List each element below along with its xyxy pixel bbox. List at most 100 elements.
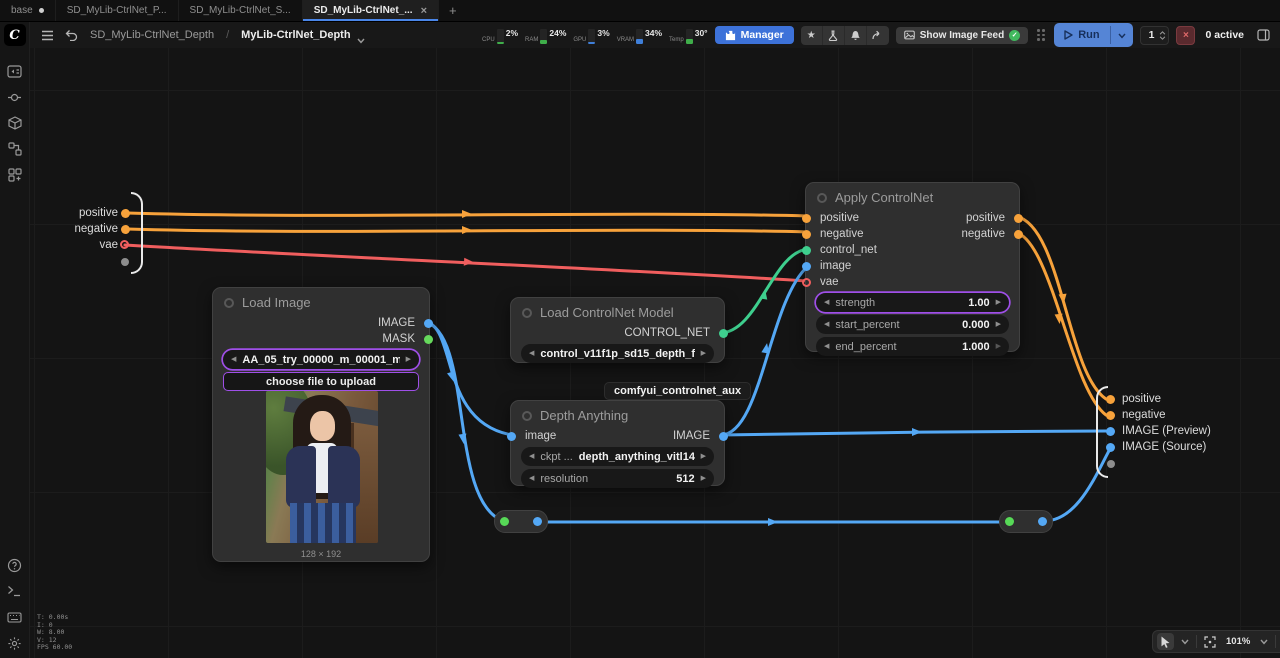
run-options-caret-icon[interactable] <box>1111 23 1133 47</box>
node-depth-anything[interactable]: Depth Anything image IMAGE ◀ ckpt ... de… <box>510 400 725 486</box>
loaded-image-preview[interactable] <box>266 391 378 543</box>
output-controlnet-slot[interactable] <box>719 329 728 338</box>
decrement-icon[interactable]: ◀ <box>529 475 534 482</box>
sidebar-terminal-icon[interactable] <box>4 580 26 602</box>
reroute-node-1[interactable] <box>494 510 548 533</box>
sidebar-node-library-icon[interactable] <box>4 86 26 108</box>
stepper-arrows[interactable] <box>1159 31 1166 40</box>
reroute-output-slot[interactable] <box>1038 517 1047 526</box>
output-image-slot[interactable] <box>424 319 433 328</box>
breadcrumb-caret-icon[interactable] <box>357 31 365 39</box>
input-positive-slot[interactable] <box>802 214 811 223</box>
run-button[interactable]: Run <box>1054 23 1132 47</box>
breadcrumb-workflow-name[interactable]: SD_MyLib-CtrlNet_Depth <box>90 29 214 41</box>
increment-icon[interactable]: ▶ <box>996 321 1001 328</box>
combo-prev-icon[interactable]: ◀ <box>529 350 534 357</box>
controlnet-model-combo[interactable]: ◀ control_v11f1p_sd15_depth_fp16 ... ▶ <box>521 344 714 363</box>
resolution-widget[interactable]: ◀ resolution 512 ▶ <box>521 469 714 488</box>
node-title-bar[interactable]: Apply ControlNet <box>806 183 1019 210</box>
tab-workflow-2[interactable]: SD_MyLib-CtrlNet_S... <box>179 0 303 21</box>
output-image-slot[interactable] <box>719 432 728 441</box>
node-title-bar[interactable]: Load Image <box>213 288 429 315</box>
main-menu-icon[interactable] <box>38 26 56 44</box>
pointer-tool-button[interactable] <box>1157 633 1174 650</box>
graph-input-vae-slot[interactable] <box>120 240 129 249</box>
decrement-icon[interactable]: ◀ <box>824 343 829 350</box>
comfyui-logo[interactable]: C <box>4 24 26 46</box>
tab-workflow-active[interactable]: SD_MyLib-CtrlNet_... × <box>303 0 439 21</box>
graph-output-positive-slot[interactable] <box>1106 395 1115 404</box>
feed-enabled-toggle-icon[interactable]: ✓ <box>1009 30 1020 41</box>
strength-widget[interactable]: ◀ strength 1.00 ▶ <box>816 293 1009 312</box>
node-title-bar[interactable]: Depth Anything <box>511 401 724 428</box>
zoom-level-value[interactable]: 101% <box>1223 633 1253 650</box>
increment-icon[interactable]: ▶ <box>996 343 1001 350</box>
graph-output-negative-slot[interactable] <box>1106 411 1115 420</box>
sidebar-help-icon[interactable] <box>4 554 26 576</box>
input-controlnet-slot[interactable] <box>802 246 811 255</box>
combo-next-icon[interactable]: ▶ <box>406 356 411 363</box>
node-load-controlnet[interactable]: Load ControlNet Model CONTROL_NET ◀ cont… <box>510 297 725 363</box>
increment-icon[interactable]: ▶ <box>996 299 1001 306</box>
increment-icon[interactable] <box>1159 31 1166 35</box>
decrement-icon[interactable] <box>1159 36 1166 40</box>
ckpt-combo[interactable]: ◀ ckpt ... depth_anything_vitl14.pth ▶ <box>521 447 714 466</box>
increment-icon[interactable]: ▶ <box>701 475 706 482</box>
manager-button[interactable]: Manager <box>715 26 794 44</box>
start-percent-widget[interactable]: ◀ start_percent 0.000 ▶ <box>816 315 1009 334</box>
pointer-tool-caret-icon[interactable] <box>1178 633 1192 650</box>
decrement-icon[interactable]: ◀ <box>824 299 829 306</box>
sidebar-model-library-icon[interactable] <box>4 112 26 134</box>
fit-view-button[interactable] <box>1201 633 1219 650</box>
toolbar-drag-handle[interactable] <box>1037 29 1045 41</box>
output-mask-slot[interactable] <box>424 335 433 344</box>
flask-icon[interactable] <box>823 26 845 45</box>
reroute-output-slot[interactable] <box>533 517 542 526</box>
toggle-right-panel-icon[interactable] <box>1254 26 1272 44</box>
combo-next-icon[interactable]: ▶ <box>701 350 706 357</box>
show-image-feed-button[interactable]: Show Image Feed ✓ <box>896 27 1028 44</box>
star-icon[interactable]: ★ <box>801 26 823 45</box>
reroute-node-2[interactable] <box>999 510 1053 533</box>
sidebar-templates-icon[interactable] <box>4 164 26 186</box>
close-tab-icon[interactable]: × <box>421 5 427 17</box>
graph-output-empty-slot[interactable] <box>1107 460 1115 468</box>
tab-workflow-1[interactable]: SD_MyLib-CtrlNet_P... <box>56 0 179 21</box>
graph-input-empty-slot[interactable] <box>121 258 129 266</box>
sidebar-shortcuts-icon[interactable] <box>4 606 26 628</box>
breadcrumb-subgraph-name[interactable]: MyLib-CtrlNet_Depth <box>241 29 350 41</box>
tab-base[interactable]: base <box>0 0 56 21</box>
graph-output-source-slot[interactable] <box>1106 443 1115 452</box>
end-percent-widget[interactable]: ◀ end_percent 1.000 ▶ <box>816 337 1009 356</box>
combo-prev-icon[interactable]: ◀ <box>231 356 236 363</box>
reroute-input-slot[interactable] <box>500 517 509 526</box>
node-title-bar[interactable]: Load ControlNet Model <box>511 298 724 325</box>
image-file-combo[interactable]: ◀ AA_05_try_00000_m_00001_m1 ... ▶ <box>223 350 419 369</box>
undo-icon[interactable] <box>62 26 80 44</box>
graph-input-negative-slot[interactable] <box>121 225 130 234</box>
zoom-caret-icon[interactable] <box>1257 633 1271 650</box>
combo-next-icon[interactable]: ▶ <box>701 453 706 460</box>
batch-count-stepper[interactable]: 1 <box>1140 26 1170 45</box>
cancel-run-button[interactable]: × <box>1176 26 1195 45</box>
output-positive-slot[interactable] <box>1014 214 1023 223</box>
output-negative-slot[interactable] <box>1014 230 1023 239</box>
share-icon[interactable] <box>867 26 889 45</box>
input-negative-slot[interactable] <box>802 230 811 239</box>
decrement-icon[interactable]: ◀ <box>824 321 829 328</box>
graph-output-preview-slot[interactable] <box>1106 427 1115 436</box>
graph-input-positive-slot[interactable] <box>121 209 130 218</box>
combo-prev-icon[interactable]: ◀ <box>529 453 534 460</box>
input-image-slot[interactable] <box>802 262 811 271</box>
sidebar-settings-icon[interactable] <box>4 632 26 654</box>
sidebar-queue-icon[interactable] <box>4 60 26 82</box>
reroute-input-slot[interactable] <box>1005 517 1014 526</box>
sidebar-workflows-icon[interactable] <box>4 138 26 160</box>
node-apply-controlnet[interactable]: Apply ControlNet positive positive negat… <box>805 182 1020 352</box>
choose-file-button[interactable]: choose file to upload <box>223 372 419 391</box>
input-vae-slot[interactable] <box>802 278 811 287</box>
new-tab-button[interactable]: + <box>439 0 467 21</box>
input-image-slot[interactable] <box>507 432 516 441</box>
node-load-image[interactable]: Load Image IMAGE MASK ◀ AA_05_try_00000_… <box>212 287 430 562</box>
bell-icon[interactable] <box>845 26 867 45</box>
